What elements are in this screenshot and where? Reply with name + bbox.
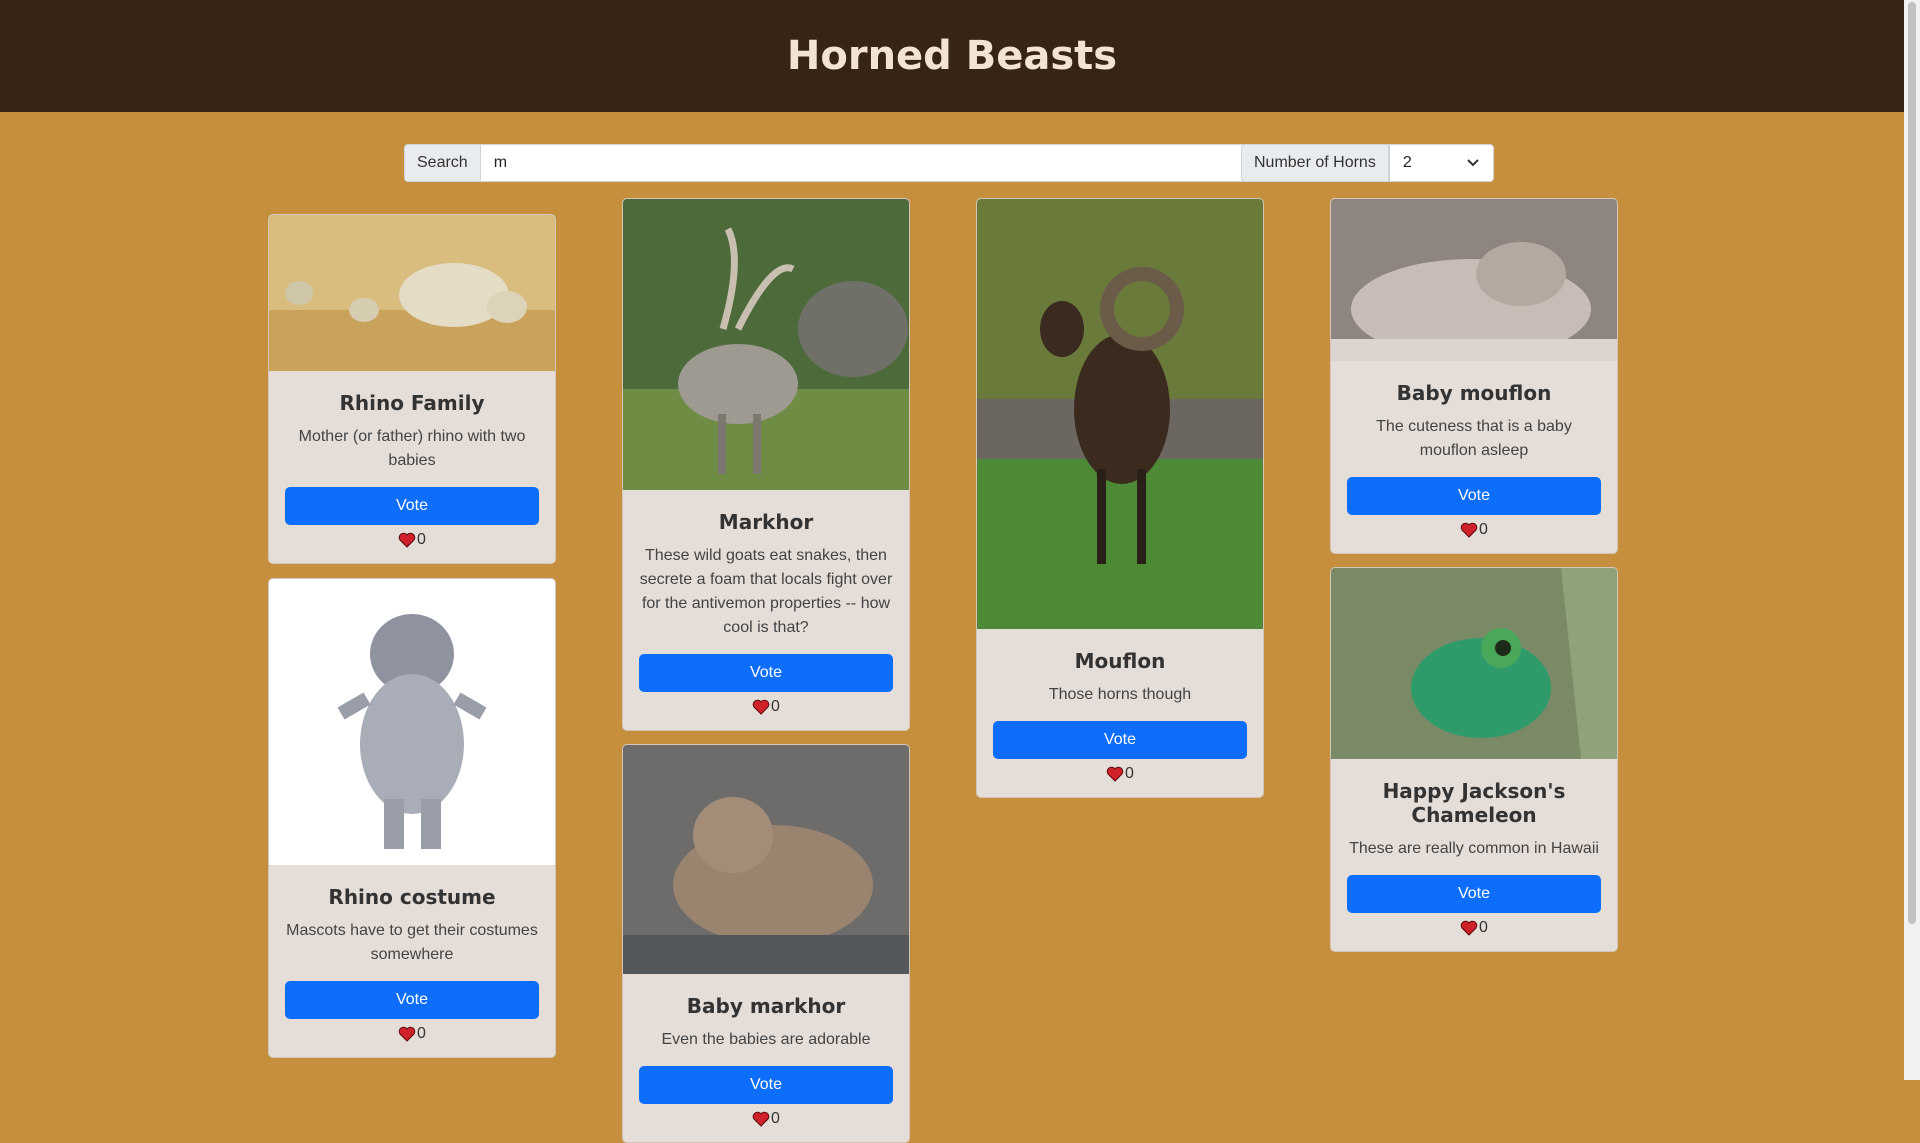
page-title: Horned Beasts [786, 33, 1118, 79]
search-group: Search m [404, 144, 1254, 182]
vote-count-value: 0 [1125, 765, 1134, 782]
vote-count-value: 0 [1479, 521, 1488, 538]
vote-count-value: 0 [771, 698, 780, 715]
beast-title: Rhino costume [328, 885, 496, 909]
beast-card: Markhor These wild goats eat snakes, the… [622, 198, 910, 731]
beast-description: These wild goats eat snakes, then secret… [639, 547, 893, 636]
horns-select-value: 2 [1402, 154, 1412, 171]
beast-card: Baby markhor Even the babies are adorabl… [622, 744, 910, 1143]
beast-card: Happy Jackson's Chameleon These are real… [1330, 567, 1618, 952]
beast-title: Markhor [718, 510, 814, 534]
beast-title: Happy Jackson's Chameleon [1382, 779, 1566, 827]
vote-count: 0 [1106, 765, 1134, 783]
beast-image-baby-mouflon[interactable] [1331, 199, 1617, 361]
vote-button[interactable]: Vote [639, 1066, 893, 1104]
chevron-down-icon [1453, 158, 1493, 168]
scrollbar[interactable] [1904, 0, 1920, 1080]
beast-card: Baby mouflon The cuteness that is a baby… [1330, 198, 1618, 554]
beast-description: The cuteness that is a baby mouflon asle… [1376, 418, 1572, 459]
vote-count: 0 [1460, 521, 1488, 539]
vote-count: 0 [1460, 919, 1488, 937]
beast-image-rhino-family[interactable] [269, 215, 555, 371]
vote-button[interactable]: Vote [1347, 875, 1601, 913]
beast-description: Those horns though [1048, 686, 1192, 703]
heart-icon [752, 699, 770, 715]
vote-count: 0 [752, 1110, 780, 1128]
beast-description: These are really common in Hawaii [1349, 840, 1599, 857]
beast-image-chameleon[interactable] [1331, 568, 1617, 759]
beast-card: Rhino Family Mother (or father) rhino wi… [268, 214, 556, 564]
vote-button[interactable]: Vote [285, 981, 539, 1019]
page-header: Horned Beasts [0, 0, 1904, 112]
horns-filter-group: Number of Horns 2 [1241, 144, 1494, 182]
heart-icon [1460, 920, 1478, 936]
beast-title: Mouflon [1074, 649, 1166, 673]
beast-image-rhino-costume[interactable] [269, 579, 555, 865]
heart-icon [398, 1026, 416, 1042]
beast-description: Mother (or father) rhino with two babies [298, 428, 526, 469]
beast-image-baby-markhor[interactable] [623, 745, 909, 974]
vote-count-value: 0 [1479, 919, 1488, 936]
vote-button[interactable]: Vote [1347, 477, 1601, 515]
vote-count: 0 [398, 531, 426, 549]
vote-count-value: 0 [417, 531, 426, 548]
vote-button[interactable]: Vote [285, 487, 539, 525]
beast-image-mouflon[interactable] [977, 199, 1263, 629]
beast-image-markhor[interactable] [623, 199, 909, 490]
beast-card: Rhino costume Mascots have to get their … [268, 578, 556, 1058]
vote-count: 0 [752, 698, 780, 716]
heart-icon [752, 1111, 770, 1127]
beast-description: Even the babies are adorable [661, 1031, 871, 1048]
search-input[interactable]: m [480, 144, 1254, 182]
heart-icon [1106, 766, 1124, 782]
vote-button[interactable]: Vote [639, 654, 893, 692]
horns-filter-label: Number of Horns [1241, 144, 1389, 182]
beast-description: Mascots have to get their costumes somew… [286, 922, 538, 963]
heart-icon [1460, 522, 1478, 538]
vote-button[interactable]: Vote [993, 721, 1247, 759]
horns-select[interactable]: 2 [1388, 144, 1494, 182]
beast-title: Baby mouflon [1396, 381, 1552, 405]
beast-title: Baby markhor [686, 994, 846, 1018]
beast-title: Rhino Family [339, 391, 485, 415]
heart-icon [398, 532, 416, 548]
scrollbar-thumb[interactable] [1908, 2, 1916, 924]
vote-count-value: 0 [417, 1025, 426, 1042]
search-label: Search [404, 144, 481, 182]
vote-count-value: 0 [771, 1110, 780, 1127]
beast-card: Mouflon Those horns though Vote 0 [976, 198, 1264, 798]
vote-count: 0 [398, 1025, 426, 1043]
